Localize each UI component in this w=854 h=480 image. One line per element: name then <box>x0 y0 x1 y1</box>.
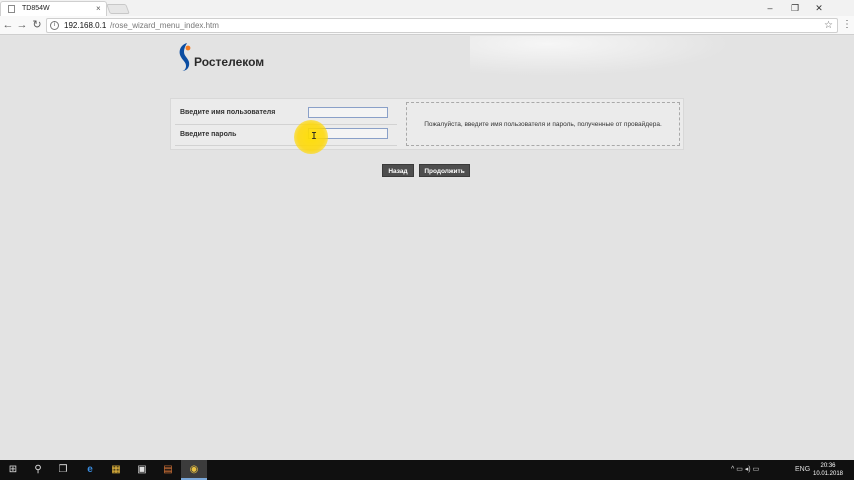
clock[interactable]: 20:36 10.01.2018 <box>812 462 844 478</box>
browser-tab[interactable]: TD854W × <box>0 1 107 16</box>
hint-text: Пожалуйста, введите имя пользователя и п… <box>424 121 662 128</box>
clock-time: 20:36 <box>820 463 836 469</box>
info-icon[interactable]: i <box>50 21 59 30</box>
address-bar[interactable]: i 192.168.0.1 /rose_wizard_menu_index.ht… <box>46 18 838 33</box>
chrome-icon[interactable]: ◉ <box>181 460 207 480</box>
close-window-icon[interactable]: ✕ <box>808 1 830 15</box>
hint-box: Пожалуйста, введите имя пользователя и п… <box>406 102 680 146</box>
url-host: 192.168.0.1 <box>64 21 107 30</box>
new-tab-button[interactable] <box>106 4 130 14</box>
login-panel: Введите имя пользователя Введите пароль … <box>170 98 684 150</box>
taskbar: ⊞ ⚲ ❐ e ▦ ▣ ▤ ◉ ^ ▭ ◂) ▭ ENG 20:36 10.01… <box>0 460 854 480</box>
restore-icon[interactable]: ❐ <box>784 1 806 15</box>
bookmark-star-icon[interactable]: ☆ <box>824 19 833 32</box>
row-divider <box>175 124 397 125</box>
back-button[interactable]: Назад <box>382 164 414 177</box>
header-decoration <box>470 36 730 76</box>
password-label: Введите пароль <box>180 131 237 138</box>
page-icon <box>8 5 15 13</box>
edge-icon[interactable]: e <box>77 460 103 480</box>
url-path: /rose_wizard_menu_index.htm <box>110 21 219 30</box>
browser-menu-icon[interactable]: ⋮ <box>842 18 852 32</box>
task-view-icon[interactable]: ❐ <box>50 460 76 480</box>
row-divider <box>175 145 397 146</box>
file-explorer-icon[interactable]: ▦ <box>103 460 129 480</box>
text-cursor-icon: I <box>311 131 318 142</box>
rostelecom-logo-icon <box>179 43 191 71</box>
tray-icons[interactable]: ^ ▭ ◂) ▭ <box>731 460 759 480</box>
logo-text: Ростелеком <box>194 55 265 69</box>
language-indicator[interactable]: ENG <box>795 460 810 480</box>
start-icon[interactable]: ⊞ <box>0 460 26 480</box>
reload-icon[interactable]: ↻ <box>30 18 44 32</box>
clock-date: 10.01.2018 <box>812 471 844 477</box>
tab-title: TD854W <box>22 5 50 12</box>
search-icon[interactable]: ⚲ <box>25 460 51 480</box>
close-tab-icon[interactable]: × <box>96 4 101 13</box>
app-icon[interactable]: ▤ <box>155 460 181 480</box>
back-arrow-icon[interactable]: ← <box>1 18 15 32</box>
store-icon[interactable]: ▣ <box>129 460 155 480</box>
browser-toolbar: ← → ↻ i 192.168.0.1 /rose_wizard_menu_in… <box>0 16 854 35</box>
continue-button[interactable]: Продолжить <box>419 164 470 177</box>
username-input[interactable] <box>308 107 388 118</box>
tab-strip: TD854W × – ❐ ✕ <box>0 0 854 16</box>
forward-arrow-icon[interactable]: → <box>15 18 29 32</box>
page-content: Ростелеком Введите имя пользователя Введ… <box>0 36 854 460</box>
minimize-icon[interactable]: – <box>759 1 781 15</box>
username-label: Введите имя пользователя <box>180 109 276 116</box>
